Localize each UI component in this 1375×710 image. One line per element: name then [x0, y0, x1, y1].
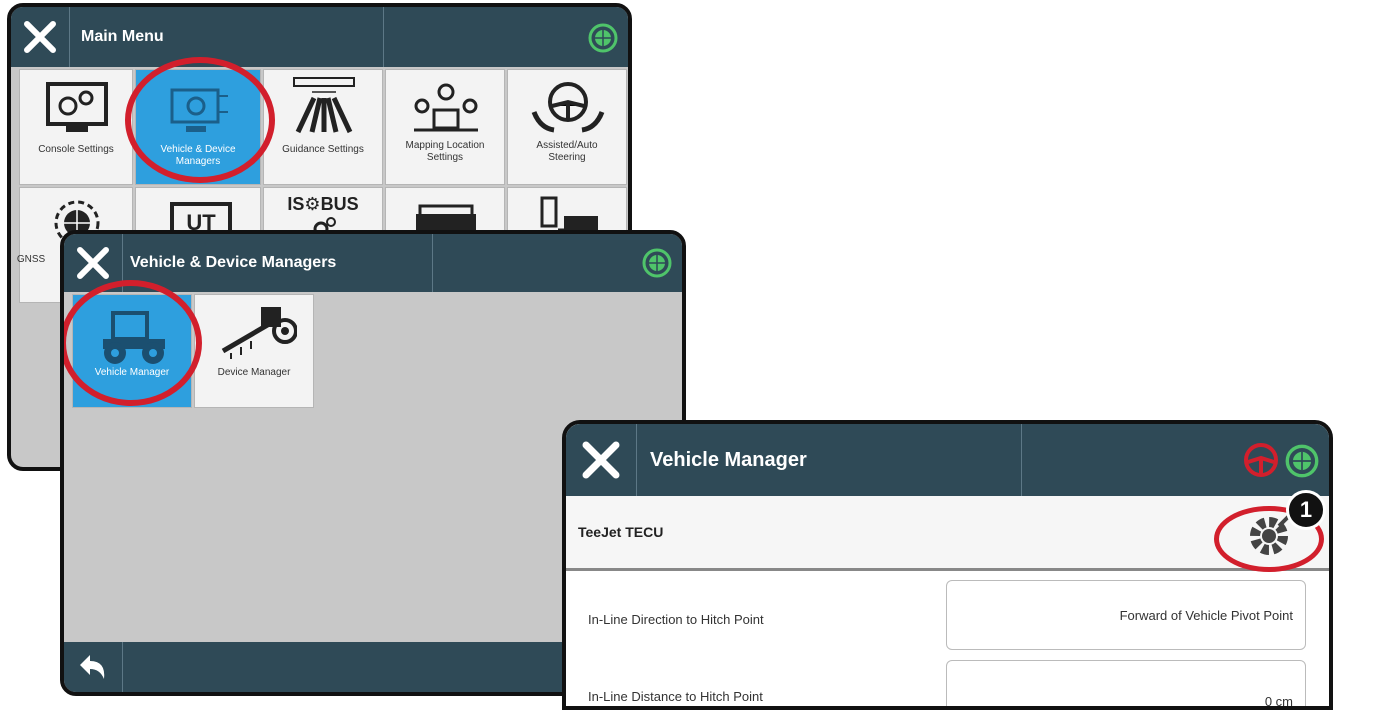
vm-header: Vehicle Manager [566, 424, 1329, 496]
close-icon [24, 21, 56, 53]
setting-value-field[interactable]: 0 cm [946, 660, 1306, 706]
close-button[interactable] [566, 424, 637, 496]
setting-label: In-Line Distance to Hitch Point [588, 689, 763, 704]
setting-label: In-Line Direction to Hitch Point [588, 612, 764, 627]
gnss-globe-icon[interactable] [1285, 444, 1319, 478]
close-icon [582, 441, 620, 479]
tile-device-manager[interactable]: Device Manager [194, 294, 314, 408]
gnss-globe-icon[interactable] [588, 23, 618, 53]
steering-hands-icon [531, 82, 605, 133]
vehicle-manager-window: Vehicle Manager TeeJet TECU 1 In-Line Di… [562, 420, 1333, 710]
tile-label: Console Settings [38, 144, 114, 155]
tile-assisted-auto-steering[interactable]: Assisted/Auto Steering [507, 69, 627, 185]
tile-label: Device Manager [217, 367, 291, 378]
back-arrow-icon [80, 655, 105, 679]
highlight-ring [64, 280, 202, 406]
sprayer-icon [221, 307, 297, 359]
tile-label: Assisted/Auto Steering [536, 140, 598, 163]
page-title: Main Menu [81, 28, 164, 45]
guidance-icon [293, 77, 355, 134]
isobus-label: IS⚙BUS [287, 194, 359, 214]
close-icon [77, 247, 109, 279]
setting-row[interactable]: In-Line Distance to Hitch Point 0 cm [566, 656, 1329, 706]
highlight-ring [125, 57, 275, 183]
callout-badge: 1 [1286, 490, 1326, 530]
close-button[interactable] [11, 7, 70, 67]
console-settings-icon [46, 82, 108, 132]
tile-label: Guidance Settings [282, 144, 364, 155]
main-menu-header: Main Menu [11, 7, 628, 67]
setting-row[interactable]: In-Line Direction to Hitch Point Forward… [566, 572, 1329, 656]
setting-value-field[interactable]: Forward of Vehicle Pivot Point [946, 580, 1306, 650]
map-pin-icon [414, 83, 478, 132]
tile-console-settings[interactable]: Console Settings [19, 69, 133, 185]
tile-label: Mapping Location Settings [405, 140, 485, 163]
page-title: Vehicle Manager [650, 448, 807, 471]
steering-wheel-icon[interactable] [1243, 442, 1279, 478]
tile-mapping-location-settings[interactable]: Mapping Location Settings [385, 69, 505, 185]
gnss-globe-icon[interactable] [642, 248, 672, 278]
tile-guidance-settings[interactable]: Guidance Settings [263, 69, 383, 185]
page-title: Vehicle & Device Managers [130, 254, 337, 271]
vehicle-name: TeeJet TECU [578, 524, 664, 540]
back-button[interactable] [64, 642, 123, 692]
